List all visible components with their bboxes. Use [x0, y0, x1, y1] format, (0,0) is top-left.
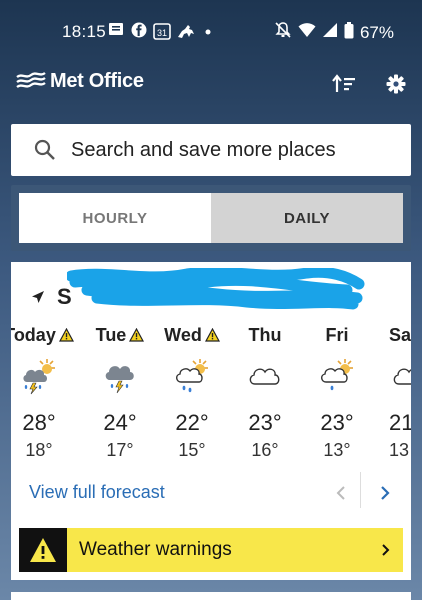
gear-icon — [386, 74, 406, 94]
day-column[interactable]: Sa 21 13 — [369, 324, 411, 461]
high-temp: 23° — [320, 410, 354, 435]
high-temp: 21 — [389, 410, 411, 435]
system-icons: 67% — [274, 21, 394, 44]
search-icon — [34, 139, 55, 160]
chevron-right-icon — [382, 544, 390, 556]
low-temp: 17° — [106, 440, 134, 460]
view-toggle: HOURLY DAILY — [11, 185, 411, 251]
messages-icon — [108, 22, 124, 36]
weather-warnings-label: Weather warnings — [79, 539, 232, 560]
redaction-scribble — [67, 268, 365, 310]
warning-icon — [30, 538, 56, 562]
day-column[interactable]: Today 28° 18° — [11, 324, 75, 461]
calendar-icon: 31 — [153, 22, 171, 40]
brand-name: Met Office — [50, 70, 144, 92]
high-temp: 24° — [103, 410, 137, 435]
calendar-day: 31 — [157, 28, 167, 38]
wifi-icon — [298, 22, 316, 43]
rain-sun-icon — [301, 354, 373, 398]
hourly-tab[interactable]: HOURLY — [19, 193, 211, 243]
low-temp: 16° — [251, 440, 279, 460]
warning-box — [19, 528, 67, 572]
weather-warnings-bar[interactable]: Weather warnings — [19, 528, 403, 572]
low-temp: 15° — [178, 440, 206, 460]
battery-percent: 67% — [359, 22, 394, 42]
cloud-icon — [229, 354, 301, 398]
low-temp: 13 — [389, 440, 410, 460]
search-placeholder: Search and save more places — [71, 138, 336, 161]
met-office-logo-icon — [16, 71, 46, 88]
rain-sun-icon — [156, 354, 228, 398]
forecast-card: S Today 28° 18° Tue — [11, 262, 411, 580]
low-temp: 13° — [323, 440, 351, 460]
day-column[interactable]: Tue 24° 17° — [84, 324, 156, 461]
next-button[interactable] — [367, 476, 403, 510]
dot-icon — [205, 29, 211, 35]
location-header[interactable]: S — [31, 284, 72, 310]
view-full-forecast-link[interactable]: View full forecast — [29, 482, 165, 503]
sort-button[interactable] — [330, 70, 358, 98]
facebook-icon — [131, 22, 147, 38]
next-card-peek — [11, 592, 411, 600]
location-arrow-icon — [32, 291, 44, 303]
search-bar[interactable]: Search and save more places — [11, 124, 411, 176]
day-name: Sa — [389, 324, 411, 345]
thunderstorm-icon — [84, 354, 156, 398]
daily-tab[interactable]: DAILY — [211, 193, 403, 243]
high-temp: 23° — [248, 410, 282, 435]
day-column[interactable]: Fri 23° 13° — [301, 324, 373, 461]
cloud-icon — [389, 354, 411, 398]
battery-icon — [344, 21, 354, 44]
signal-icon — [322, 22, 338, 43]
day-name: Thu — [248, 324, 282, 345]
horse-icon — [176, 22, 196, 40]
met-office-logo[interactable]: Met Office — [16, 70, 144, 93]
nav-divider — [360, 472, 361, 508]
high-temp: 28° — [22, 410, 56, 435]
app-header: Met Office — [0, 62, 422, 106]
high-temp: 22° — [175, 410, 209, 435]
day-column[interactable]: Thu 23° 16° — [229, 324, 301, 461]
chevron-right-icon — [381, 486, 390, 500]
warning-icon — [58, 328, 74, 342]
chevron-left-icon — [336, 486, 345, 500]
low-temp: 18° — [25, 440, 53, 460]
day-name: Wed — [164, 324, 202, 345]
day-column[interactable]: Wed 22° 15° — [156, 324, 228, 461]
daily-forecast-row: Today 28° 18° Tue — [11, 324, 411, 464]
warning-icon — [129, 328, 145, 342]
status-bar: 18:15 31 67% — [0, 0, 422, 62]
day-name: Tue — [95, 324, 127, 345]
thunderstorm-sun-icon — [11, 354, 75, 398]
previous-button[interactable] — [323, 476, 359, 510]
sort-icon — [332, 74, 355, 92]
warning-icon — [204, 328, 220, 342]
day-name: Today — [11, 324, 56, 345]
mute-icon — [274, 21, 292, 44]
day-name: Fri — [325, 324, 349, 345]
clock: 18:15 — [62, 22, 107, 41]
settings-button[interactable] — [382, 70, 410, 98]
